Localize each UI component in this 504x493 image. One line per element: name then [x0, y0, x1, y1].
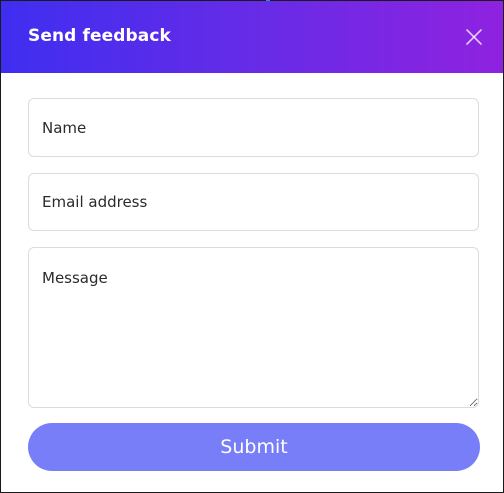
name-field[interactable]	[28, 98, 479, 157]
close-button[interactable]	[459, 22, 489, 52]
message-field[interactable]	[28, 247, 479, 408]
dialog-header: Send feedback	[1, 1, 503, 73]
dialog-title: Send feedback	[28, 26, 171, 46]
close-icon	[466, 29, 482, 45]
submit-button[interactable]: Submit	[28, 423, 480, 471]
email-field[interactable]	[28, 173, 479, 231]
feedback-dialog: Send feedback Submit	[0, 0, 504, 493]
